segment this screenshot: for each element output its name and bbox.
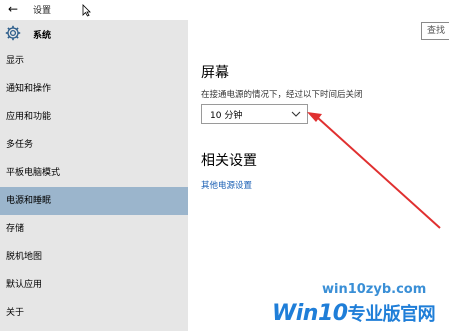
sidebar-item-display[interactable]: 显示 <box>0 47 188 75</box>
mouse-cursor-icon <box>82 4 91 17</box>
dropdown-value: 10 分钟 <box>210 111 243 121</box>
watermark-brand-cn: 专业版官网 <box>347 304 436 325</box>
title-bar: ← 设置 <box>0 0 449 20</box>
sidebar-item-offline-maps[interactable]: 脱机地图 <box>0 243 188 271</box>
watermark-brand: Win10专业版官网 <box>272 300 436 326</box>
sidebar-item-apps[interactable]: 应用和功能 <box>0 103 188 131</box>
back-arrow-icon[interactable]: ← <box>6 2 20 16</box>
sidebar-item-notifications[interactable]: 通知和操作 <box>0 75 188 103</box>
section-label: 系统 <box>33 31 52 41</box>
related-settings-title: 相关设置 <box>201 153 257 169</box>
screen-description: 在接通电源的情况下，经过以下时间后关闭 <box>201 90 363 100</box>
screen-timeout-dropdown[interactable]: 10 分钟 <box>201 104 308 124</box>
sidebar-item-about[interactable]: 关于 <box>0 299 188 327</box>
watermark-url: win10zyb.com <box>322 282 427 297</box>
sidebar-item-storage[interactable]: 存储 <box>0 215 188 243</box>
sidebar-item-multitasking[interactable]: 多任务 <box>0 131 188 159</box>
window-title: 设置 <box>33 6 52 16</box>
sidebar-item-tablet-mode[interactable]: 平板电脑模式 <box>0 159 188 187</box>
sidebar-item-power-sleep[interactable]: 电源和睡眠 <box>0 187 188 215</box>
other-power-settings-link[interactable]: 其他电源设置 <box>201 179 252 191</box>
chevron-down-icon <box>291 111 301 117</box>
section-header: 系统 <box>0 22 188 46</box>
sidebar-item-default-apps[interactable]: 默认应用 <box>0 271 188 299</box>
gear-icon <box>5 25 21 41</box>
watermark-brand-en: Win10 <box>272 301 348 326</box>
screen-section-title: 屏幕 <box>201 65 229 81</box>
